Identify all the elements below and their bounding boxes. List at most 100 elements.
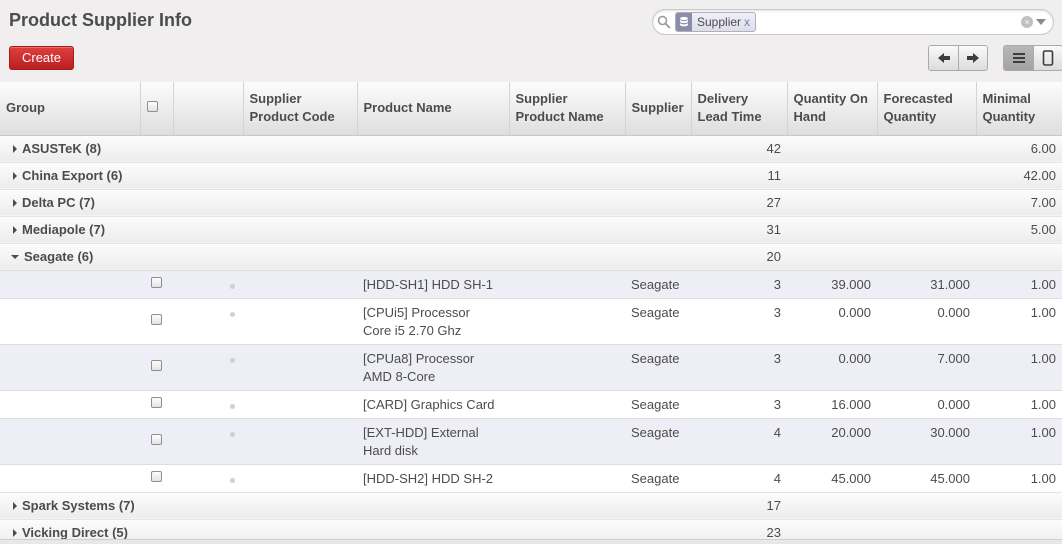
column-header-handle	[173, 82, 244, 136]
row-handle-cell	[173, 389, 357, 418]
quantity-on-hand-cell: 0.000	[787, 343, 877, 390]
table-row[interactable]: [CPUa8] Processor AMD 8-Core Seagate 3 0.…	[0, 343, 1062, 390]
form-view-button[interactable]	[1033, 46, 1062, 70]
column-header-supplier[interactable]: Supplier	[625, 82, 692, 136]
record-group-cell	[0, 417, 140, 464]
group-label: Seagate (6)	[24, 248, 94, 264]
clear-icon[interactable]: ×	[1021, 16, 1033, 28]
drag-handle-icon[interactable]	[230, 477, 235, 483]
column-header-forecasted-quantity[interactable]: Forecasted Quantity	[877, 82, 977, 136]
row-checkbox[interactable]	[151, 397, 162, 408]
group-cell: China Export (6)	[0, 161, 691, 189]
facet-remove-button[interactable]: x	[744, 15, 755, 29]
row-select-cell	[140, 417, 173, 464]
column-header-supplier-product-name[interactable]: Supplier Product Name	[509, 82, 626, 136]
group-cell: Delta PC (7)	[0, 188, 691, 216]
group-minimal-quantity: 42.00	[976, 161, 1062, 189]
group-label: Vicking Direct (5)	[22, 524, 128, 540]
lead-time-cell: 4	[691, 417, 787, 464]
group-cell: Seagate (6)	[0, 242, 691, 270]
column-header-quantity-on-hand[interactable]: Quantity On Hand	[787, 82, 878, 136]
previous-button[interactable]	[929, 46, 958, 70]
dropdown-icon[interactable]	[1036, 19, 1046, 25]
row-handle-cell	[173, 463, 357, 492]
pager-buttons	[928, 45, 988, 71]
create-button[interactable]: Create	[9, 46, 74, 70]
record-group-cell	[0, 269, 140, 298]
search-bar[interactable]: Supplier x ×	[652, 9, 1054, 35]
drag-handle-icon[interactable]	[230, 403, 235, 409]
table-row[interactable]: [EXT-HDD] External Hard disk Seagate 4 20…	[0, 417, 1062, 464]
group-cell: Spark Systems (7)	[0, 491, 691, 519]
next-button[interactable]	[958, 46, 987, 70]
group-row[interactable]: Mediapole (7) 31 5.00	[0, 215, 1062, 243]
group-minimal-quantity: 5.00	[976, 215, 1062, 243]
lead-time-cell: 4	[691, 463, 787, 492]
select-all-cell	[140, 82, 174, 136]
forecasted-quantity-cell: 31.000	[877, 269, 976, 298]
group-row[interactable]: Delta PC (7) 27 7.00	[0, 188, 1062, 216]
group-lead-time: 42	[691, 134, 787, 162]
group-row-expanded[interactable]: Seagate (6) 20	[0, 242, 1062, 270]
supplier-product-name-cell	[509, 343, 625, 390]
caret-right-icon	[13, 528, 17, 537]
table-row[interactable]: [CPUi5] Processor Core i5 2.70 Ghz Seagat…	[0, 297, 1062, 344]
minimal-quantity-cell: 1.00	[976, 269, 1062, 298]
supplier-product-name-cell	[509, 269, 625, 298]
group-minimal-quantity: 7.00	[976, 188, 1062, 216]
product-name-line: [HDD-SH2] HDD SH-2	[363, 470, 494, 486]
lead-time-cell: 3	[691, 389, 787, 418]
select-all-checkbox[interactable]	[146, 101, 158, 113]
row-checkbox[interactable]	[151, 471, 162, 482]
column-header-supplier-product-code[interactable]: Supplier Product Code	[243, 82, 358, 136]
product-name-line: Hard disk	[363, 442, 418, 458]
row-checkbox[interactable]	[151, 314, 162, 325]
list-view-icon	[1012, 53, 1025, 63]
group-lead-time: 27	[691, 188, 787, 216]
row-checkbox[interactable]	[151, 434, 162, 445]
drag-handle-icon[interactable]	[230, 283, 235, 289]
group-row[interactable]: China Export (6) 11 42.00	[0, 161, 1062, 189]
row-select-cell	[140, 389, 173, 418]
search-facet-supplier[interactable]: Supplier x	[675, 12, 757, 32]
column-header-delivery-lead-time[interactable]: Delivery Lead Time	[691, 82, 788, 136]
group-row[interactable]: Spark Systems (7) 17	[0, 491, 1062, 519]
caret-right-icon	[13, 144, 17, 153]
record-group-cell	[0, 389, 140, 418]
arrow-right-icon	[967, 53, 979, 63]
drag-handle-icon[interactable]	[230, 311, 235, 317]
supplier-product-name-cell	[509, 297, 625, 344]
record-group-cell	[0, 297, 140, 344]
row-checkbox[interactable]	[151, 277, 162, 288]
product-name-line: AMD 8-Core	[363, 368, 436, 384]
supplier-product-name-cell	[509, 389, 625, 418]
group-row[interactable]: ASUSTeK (8) 42 6.00	[0, 134, 1062, 162]
table-row[interactable]: [HDD-SH2] HDD SH-2 Seagate 4 45.000 45.0…	[0, 463, 1062, 492]
row-checkbox[interactable]	[151, 360, 162, 371]
group-empty-cell	[877, 215, 976, 243]
group-empty-cell	[877, 134, 976, 162]
group-empty-cell	[877, 188, 976, 216]
column-header-group[interactable]: Group	[0, 82, 141, 136]
group-empty-cell	[787, 134, 877, 162]
caret-down-icon	[11, 254, 19, 259]
list-table: Group Supplier Product Code Product Name…	[0, 82, 1062, 544]
group-empty-cell	[877, 242, 976, 270]
search-icon	[657, 15, 671, 29]
record-group-cell	[0, 463, 140, 492]
caret-right-icon	[13, 225, 17, 234]
column-header-minimal-quantity[interactable]: Minimal Quantity	[976, 82, 1062, 136]
group-cell: Mediapole (7)	[0, 215, 691, 243]
drag-handle-icon[interactable]	[230, 431, 235, 437]
table-row[interactable]: [HDD-SH1] HDD SH-1 Seagate 3 39.000 31.0…	[0, 269, 1062, 298]
drag-handle-icon[interactable]	[230, 357, 235, 363]
page-title: Product Supplier Info	[9, 10, 192, 30]
column-header-product-name[interactable]: Product Name	[357, 82, 510, 136]
quantity-on-hand-cell: 39.000	[787, 269, 877, 298]
table-row[interactable]: [CARD] Graphics Card Seagate 3 16.000 0.…	[0, 389, 1062, 418]
list-view-button[interactable]	[1004, 46, 1033, 70]
product-name-line: [HDD-SH1] HDD SH-1	[363, 276, 494, 292]
forecasted-quantity-cell: 45.000	[877, 463, 976, 492]
product-name-line: Core i5 2.70 Ghz	[363, 322, 462, 338]
supplier-product-name-cell	[509, 463, 625, 492]
